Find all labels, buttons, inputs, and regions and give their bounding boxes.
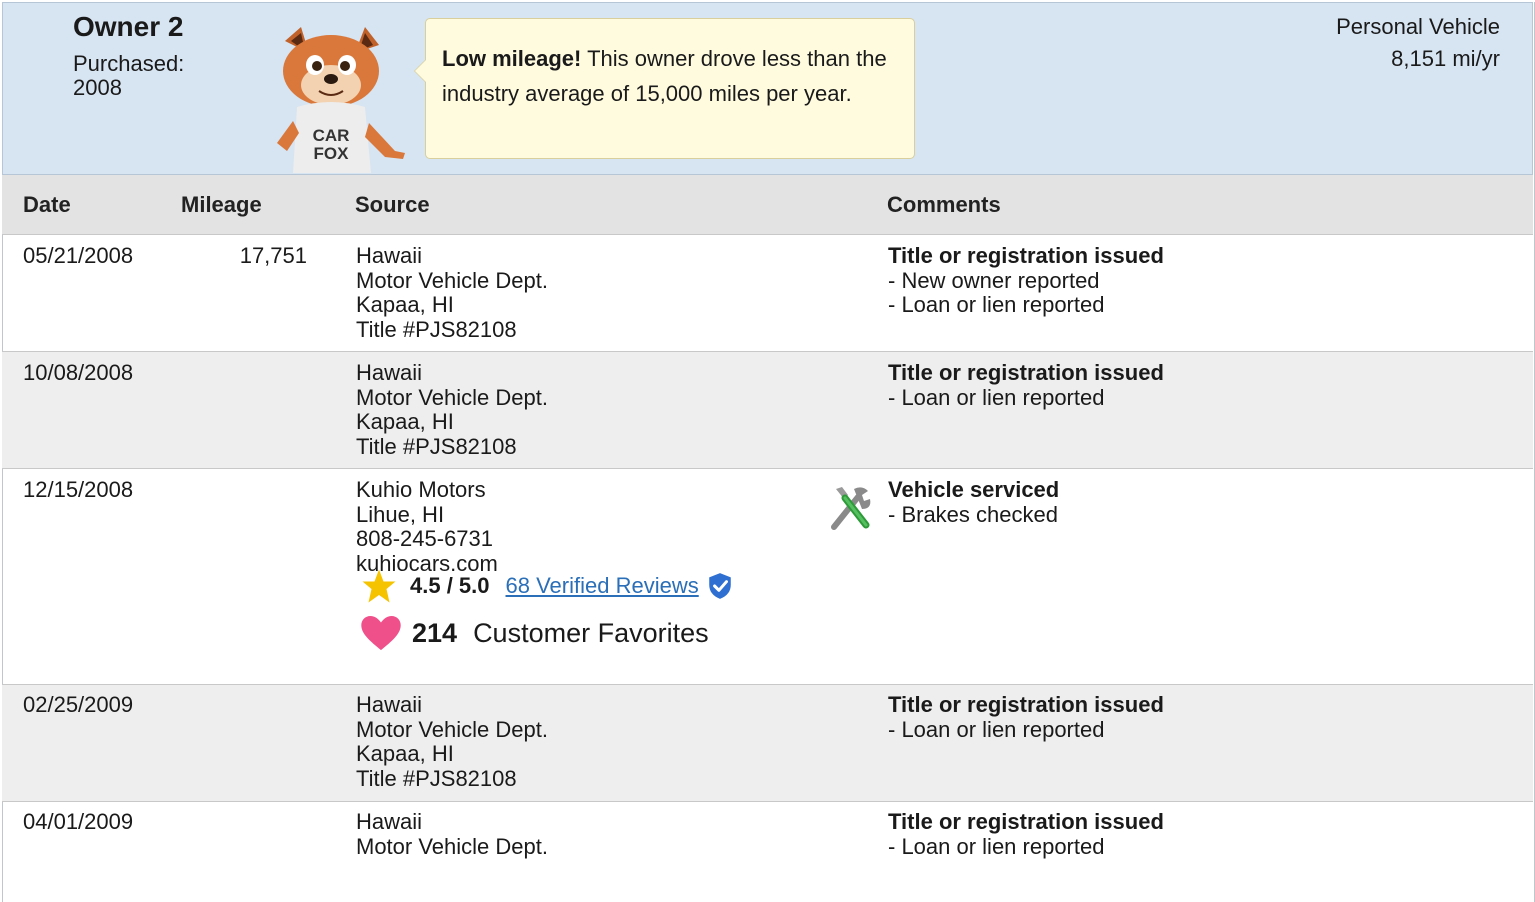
source-line: Kuhio Motors [356, 477, 486, 502]
carfox-mascot-icon: CAR FOX [277, 27, 405, 173]
row-date: 02/25/2009 [23, 692, 134, 717]
owner-header: Owner 2 Purchased: 2008 Personal Vehicle… [2, 2, 1533, 175]
header-source: Source [355, 192, 430, 217]
favorites-label: Customer Favorites [473, 617, 709, 648]
star-icon [362, 569, 396, 603]
verified-reviews-link[interactable]: 68 Verified Reviews [506, 573, 699, 599]
purchased-info: Purchased: 2008 [73, 52, 184, 100]
source-line: Title #PJS82108 [356, 765, 517, 791]
history-table-header: Date Mileage Source Comments [2, 175, 1533, 235]
mascot-shirt-line2: FOX [314, 144, 350, 163]
row-date: 05/21/2008 [23, 243, 134, 268]
row-date: 12/15/2008 [23, 477, 134, 502]
comment-title: Title or registration issued [888, 809, 1164, 834]
source-line: Kapaa, HI [356, 741, 454, 766]
row-comments: Title or registration issued - Loan or l… [888, 692, 1164, 742]
table-row: 12/15/2008 Kuhio Motors Lihue, HI 808-24… [2, 469, 1533, 685]
comment-title: Title or registration issued [888, 360, 1164, 385]
row-mileage: 17,751 [239, 243, 307, 268]
row-comments: Title or registration issued - Loan or l… [888, 360, 1164, 410]
row-comments: Title or registration issued - New owner… [888, 243, 1164, 318]
callout-highlight: Low mileage! [442, 46, 582, 71]
header-mileage: Mileage [181, 192, 262, 217]
table-row: 10/08/2008 Hawaii Motor Vehicle Dept. Ka… [2, 352, 1533, 469]
row-source: Hawaii Motor Vehicle Dept. Kapaa, HI Tit… [356, 692, 548, 791]
comment-title: Title or registration issued [888, 692, 1164, 717]
owner-title: Owner 2 [73, 11, 184, 42]
service-tools-icon [831, 487, 871, 530]
source-line: Hawaii [356, 809, 423, 834]
comment-item: - Loan or lien reported [888, 833, 1105, 859]
source-line: Kapaa, HI [356, 292, 454, 317]
source-line: Title #PJS82108 [356, 433, 517, 459]
table-row: 04/01/2009 Hawaii Motor Vehicle Dept. Ti… [2, 802, 1533, 861]
comment-item: - New owner reported [888, 267, 1100, 293]
heart-icon [361, 615, 401, 651]
comment-item: - Loan or lien reported [888, 292, 1105, 317]
dealer-rating: 4.5 / 5.0 68 Verified Reviews [360, 569, 733, 603]
callout-pointer [414, 59, 426, 83]
row-source: Hawaii Motor Vehicle Dept. Kapaa, HI Tit… [356, 243, 548, 342]
purchased-year: 2008 [73, 75, 122, 100]
usage-rate: 8,151 mi/yr [1391, 46, 1500, 71]
customer-favorites: 214 Customer Favorites [360, 614, 709, 652]
source-line: Hawaii [356, 360, 423, 385]
usage-type: Personal Vehicle [1336, 14, 1500, 39]
row-date: 04/01/2009 [23, 809, 134, 834]
source-line: Hawaii [356, 692, 423, 717]
source-line: Motor Vehicle Dept. [356, 833, 548, 859]
comment-title: Title or registration issued [888, 243, 1164, 268]
source-line: 808-245-6731 [356, 526, 494, 551]
comment-title: Vehicle serviced [888, 477, 1060, 502]
comment-item: - Brakes checked [888, 501, 1058, 527]
source-line: Kapaa, HI [356, 409, 454, 434]
row-comments: Title or registration issued - Loan or l… [888, 809, 1164, 859]
comment-item: - Loan or lien reported [888, 384, 1105, 410]
row-date: 10/08/2008 [23, 360, 134, 385]
purchased-label: Purchased: [73, 51, 185, 76]
row-comments: Vehicle serviced - Brakes checked [888, 477, 1060, 527]
low-mileage-callout: Low mileage! This owner drove less than … [414, 18, 915, 159]
rating-score: 4.5 / 5.0 [410, 573, 490, 598]
comment-item: - Loan or lien reported [888, 716, 1105, 742]
mascot-shirt-line1: CAR [313, 126, 350, 145]
source-line: Hawaii [356, 243, 423, 268]
source-line: Title #PJS82108 [356, 316, 517, 342]
table-row: 02/25/2009 Hawaii Motor Vehicle Dept. Ka… [2, 685, 1533, 802]
row-source: Hawaii Motor Vehicle Dept. Kapaa, HI Tit… [356, 360, 548, 459]
source-line: Motor Vehicle Dept. [356, 716, 548, 742]
verified-shield-icon [708, 573, 731, 599]
header-date: Date [23, 192, 71, 217]
row-source: Hawaii Motor Vehicle Dept. [356, 809, 548, 859]
table-row: 05/21/2008 17,751 Hawaii Motor Vehicle D… [2, 235, 1533, 352]
source-line: Motor Vehicle Dept. [356, 267, 548, 293]
header-comments: Comments [887, 192, 1001, 217]
row-source: Kuhio Motors Lihue, HI 808-245-6731 kuhi… [356, 477, 498, 576]
source-line: Lihue, HI [356, 501, 445, 527]
usage-info: Personal Vehicle 8,151 mi/yr [1336, 11, 1500, 75]
favorites-count: 214 [412, 617, 458, 648]
source-line: Motor Vehicle Dept. [356, 384, 548, 410]
